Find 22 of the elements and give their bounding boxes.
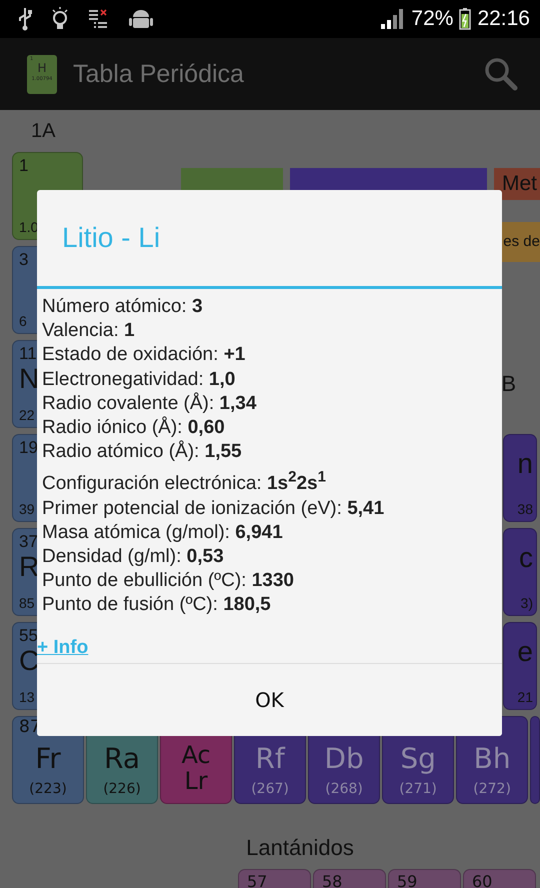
property-line: Masa atómica (g/mol): 6,941 (42, 520, 284, 545)
legend-swatch: Met (494, 168, 540, 200)
app-title: Tabla Periódica (73, 60, 245, 88)
property-line: Radio covalente (Å): 1,34 (42, 392, 258, 416)
battery-percent: 72% (411, 7, 454, 31)
property-line: Primer potencial de ionización (eV): 5,41 (42, 496, 386, 521)
property-line: Densidad (g/ml): 0,53 (42, 545, 225, 570)
property-line: Electronegatividad: 1,0 (42, 368, 236, 392)
property-line: Radio iónico (Å): 0,60 (42, 416, 226, 440)
group-label: B (501, 371, 516, 397)
property-line: Radio atómico (Å): 1,55 (42, 440, 243, 464)
property-line: Punto de ebullición (ºC): 1330 (42, 569, 295, 594)
legend-swatch: es de (500, 222, 540, 262)
clock: 22:16 (477, 7, 530, 31)
property-line: Valencia: 1 (42, 319, 136, 344)
group-label: 1A (31, 120, 56, 142)
property-line: Punto de fusión (ºC): 180,5 (42, 593, 272, 618)
property-line: Configuración electrónica: 1s$^{2}$2s$^{1}$ (42, 472, 327, 496)
section-title: Lantánidos (246, 835, 354, 862)
dialog-title: Litio - Li (62, 222, 160, 254)
property-line: Número atómico: 3 (42, 295, 204, 319)
property-line: Estado de oxidación: +1 (42, 343, 246, 368)
